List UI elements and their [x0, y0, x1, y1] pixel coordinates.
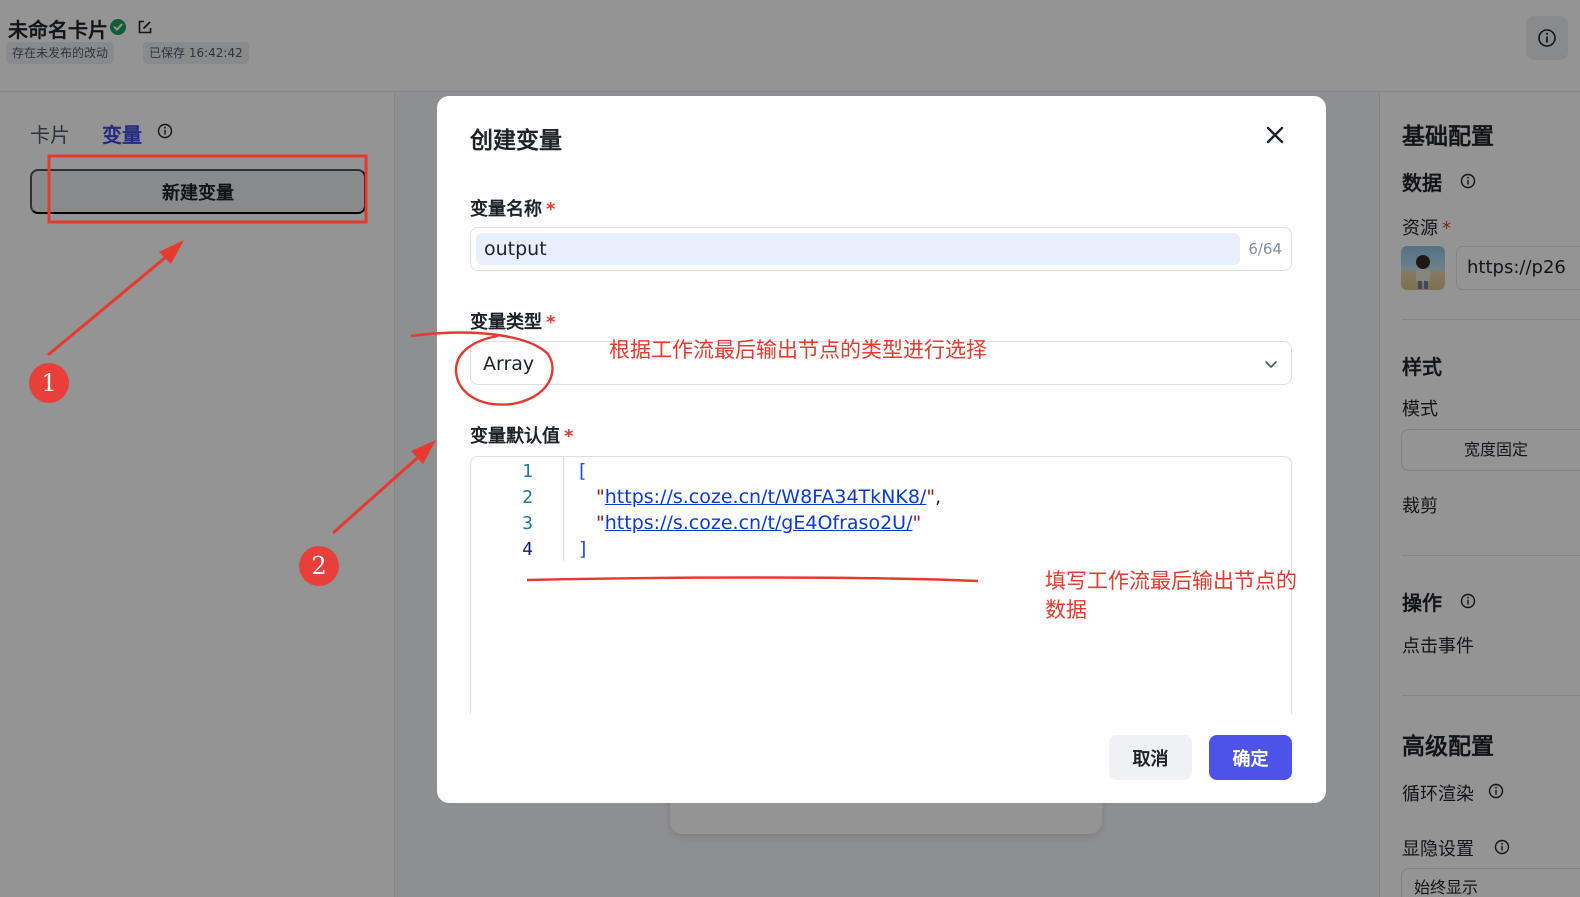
- variable-name-field: 6/64: [470, 227, 1292, 271]
- code-line: "https://s.coze.cn/t/W8FA34TkNK8/",: [596, 486, 942, 508]
- chevron-down-icon: [1263, 356, 1279, 372]
- line-number: 1: [522, 461, 533, 482]
- url-link[interactable]: https://s.coze.cn/t/gE4Ofraso2U/: [605, 512, 913, 534]
- code-line: ]: [579, 538, 587, 560]
- confirm-button[interactable]: 确定: [1209, 735, 1292, 780]
- step-badge-1: 1: [29, 363, 69, 403]
- code-line: "https://s.coze.cn/t/gE4Ofraso2U/": [596, 512, 922, 534]
- indent-guide: [563, 457, 564, 561]
- type-annotation: 根据工作流最后输出节点的类型进行选择: [609, 338, 987, 362]
- data-annotation-line2: 数据: [1045, 598, 1087, 622]
- selected-type: Array: [483, 353, 535, 375]
- default-value-label: 变量默认值 *: [470, 426, 574, 447]
- variable-name-input[interactable]: [476, 233, 1240, 265]
- line-number-gutter: 1 2 3 4: [471, 457, 563, 714]
- dialog-title: 创建变量: [470, 128, 562, 154]
- line-number: 4: [522, 539, 533, 560]
- data-annotation-line1: 填写工作流最后输出节点的: [1045, 569, 1297, 593]
- line-number: 3: [522, 513, 533, 534]
- variable-name-label: 变量名称 *: [470, 199, 556, 220]
- close-icon[interactable]: [1264, 124, 1286, 146]
- char-counter: 6/64: [1248, 240, 1282, 258]
- step-badge-2: 2: [299, 546, 339, 586]
- create-variable-dialog: 创建变量 变量名称* 6/64 变量类型* Array 变量默认值* 1 2 3…: [437, 96, 1326, 803]
- variable-type-label: 变量类型 *: [470, 312, 556, 333]
- line-number: 2: [522, 487, 533, 508]
- code-line: [: [579, 460, 587, 482]
- cancel-button[interactable]: 取消: [1109, 735, 1192, 780]
- url-link[interactable]: https://s.coze.cn/t/W8FA34TkNK8/: [605, 486, 927, 508]
